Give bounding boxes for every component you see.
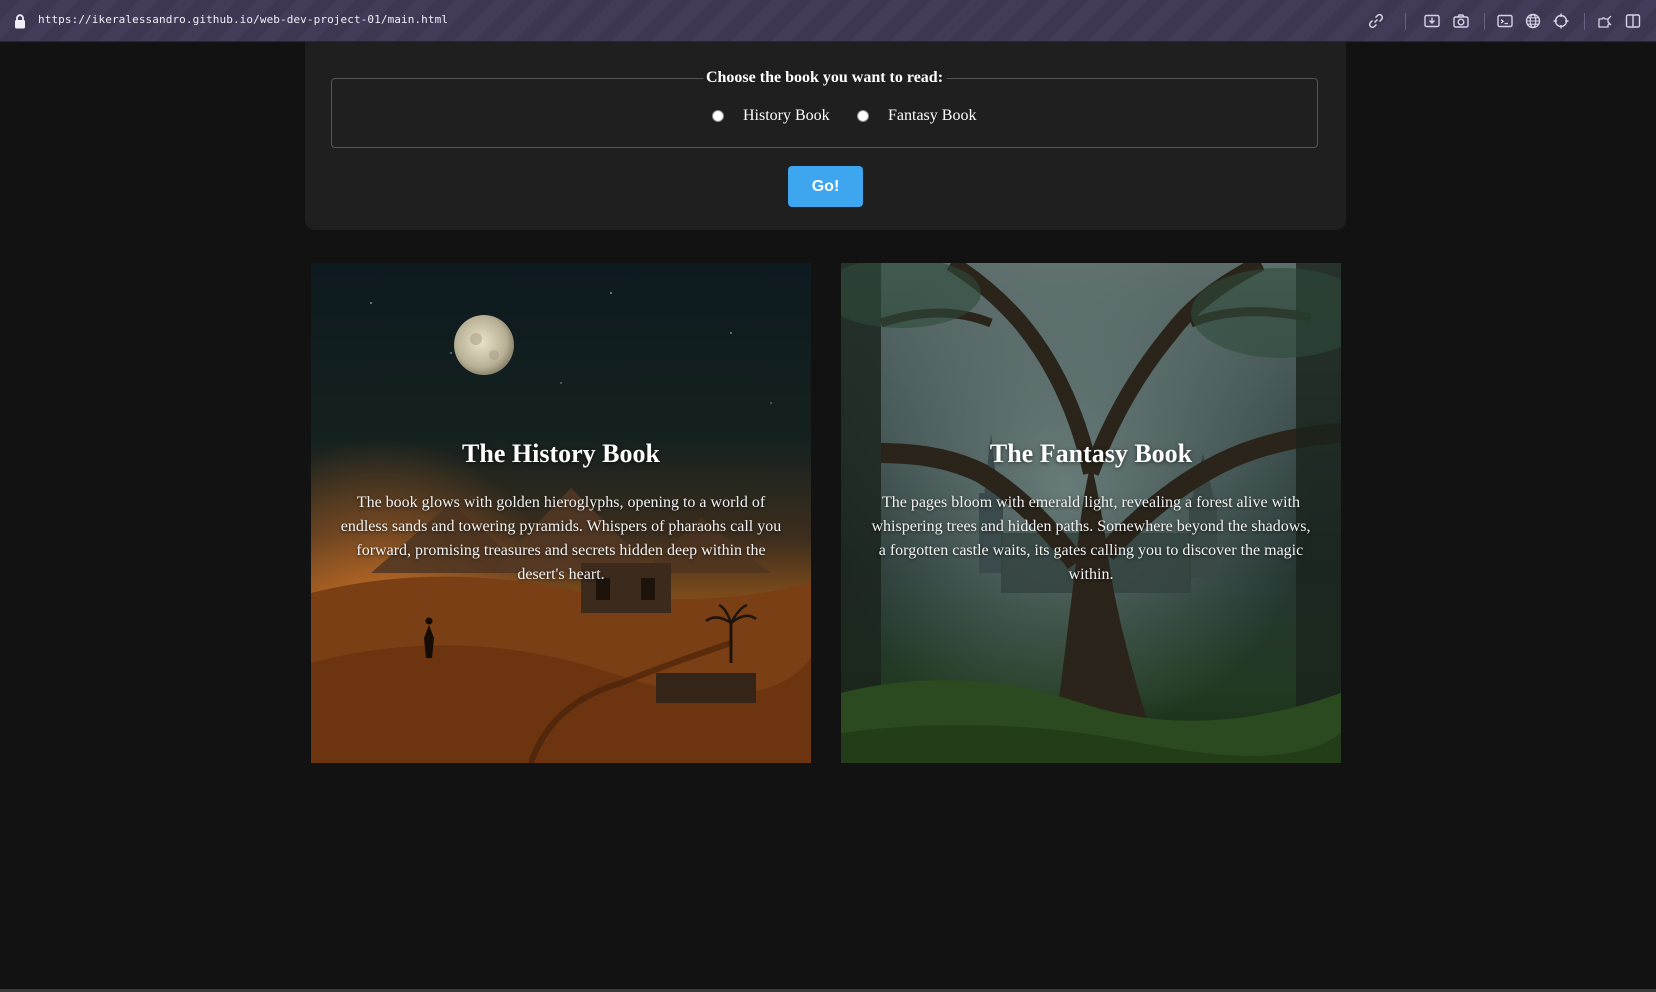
radio-button-fantasy[interactable] [857, 110, 869, 122]
link-icon[interactable] [1367, 12, 1385, 30]
radio-label-fantasy[interactable]: Fantasy Book [888, 107, 976, 125]
crosshair-icon[interactable] [1552, 12, 1570, 30]
fantasy-card-text: The pages bloom with emerald light, reve… [871, 494, 1311, 583]
camera-icon[interactable] [1452, 12, 1470, 30]
toolbar-divider [1405, 13, 1406, 30]
history-card-text: The book glows with golden hieroglyphs, … [340, 494, 782, 583]
book-choice-fieldset: Choose the book you want to read: Histor… [331, 69, 1318, 148]
download-icon[interactable] [1423, 12, 1441, 30]
url-text[interactable]: https://ikeralessandro.github.io/web-dev… [38, 13, 448, 26]
fantasy-book-card: The Fantasy Book The pages bloom with em… [841, 263, 1341, 763]
radio-label-history[interactable]: History Book [743, 107, 830, 125]
book-selection-form: Choose the book you want to read: Histor… [305, 42, 1346, 230]
history-book-card: The History Book The book glows with gol… [311, 263, 811, 763]
globe-icon[interactable] [1524, 12, 1542, 30]
history-card-title: The History Book [462, 439, 660, 468]
lock-icon [15, 14, 25, 29]
radio-button-history[interactable] [712, 110, 724, 122]
extensions-icon[interactable] [1596, 12, 1614, 30]
toolbar-divider [1484, 13, 1485, 30]
radio-history-book[interactable]: History Book [712, 107, 830, 125]
go-button[interactable]: Go! [788, 166, 863, 207]
toolbar-divider [1584, 13, 1585, 30]
terminal-icon[interactable] [1496, 12, 1514, 30]
fieldset-legend: Choose the book you want to read: [702, 69, 947, 87]
browser-address-bar: https://ikeralessandro.github.io/web-dev… [0, 0, 1656, 42]
radio-fantasy-book[interactable]: Fantasy Book [857, 107, 976, 125]
fantasy-card-title: The Fantasy Book [989, 439, 1193, 468]
sidebar-icon[interactable] [1624, 12, 1642, 30]
